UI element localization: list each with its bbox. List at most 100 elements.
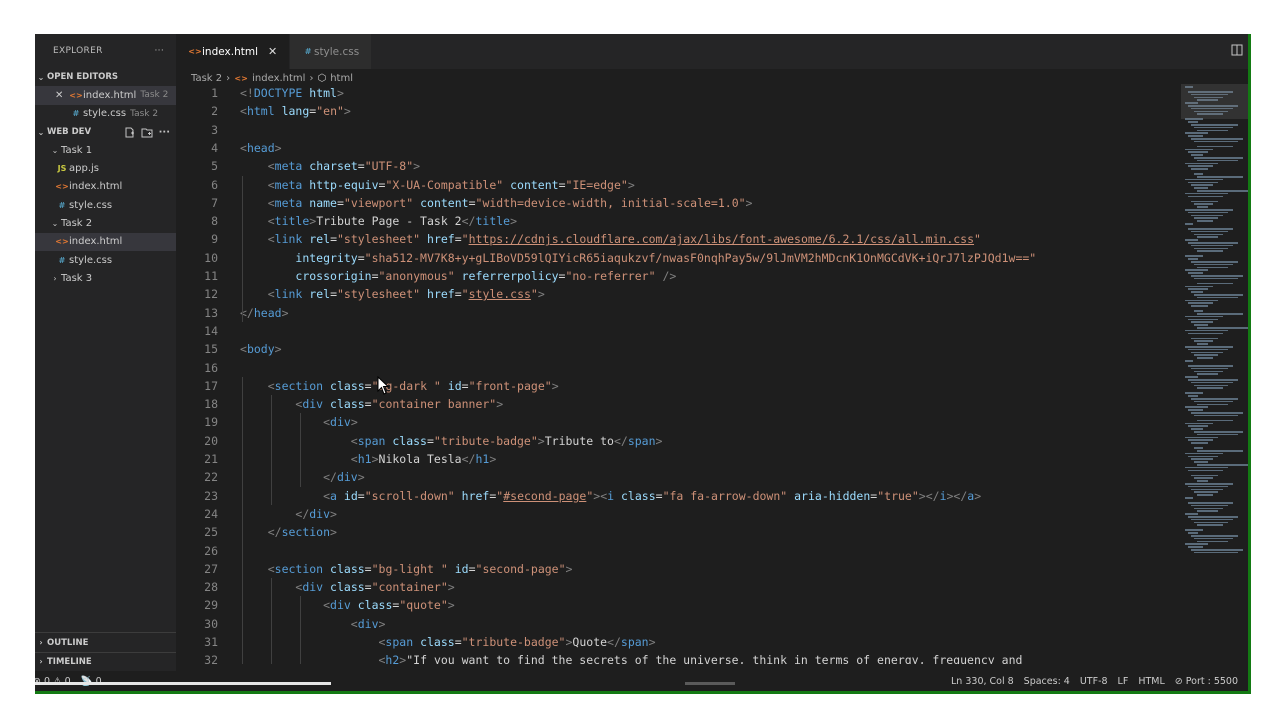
code-line[interactable]: 31 <span class="tribute-badge">Quote</sp… [176,633,1181,651]
tab-style-css[interactable]: # style.css [290,34,373,69]
end-of-line[interactable]: LF [1118,676,1129,687]
code-line[interactable]: 18 <div class="container banner"> [176,395,1181,413]
code-line[interactable]: 6 <meta http-equiv="X-UA-Compatible" con… [176,176,1181,194]
minimap-line [1191,535,1238,537]
minimap-line [1194,384,1228,387]
minimap-slider[interactable] [1181,84,1248,119]
breadcrumb-symbol[interactable]: html [330,73,353,84]
code-text: <section class="bg-dark " id="front-page… [267,378,559,393]
minimap[interactable] [1181,84,1248,669]
code-text: <title>Tribute Page - Task 2</title> [267,214,518,229]
horizontal-scrollbar-thumb[interactable] [35,682,331,685]
line-number: 23 [204,488,218,503]
minimap-line [1197,313,1243,315]
minimap-line [1191,337,1218,340]
code-line[interactable]: 28 <div class="container"> [176,578,1181,596]
tree-folder-task-2[interactable]: ⌄ Task 2 [35,214,176,232]
workspace-section[interactable]: ⌄ WEB DEV ··· [35,123,176,141]
open-editor-item-style-css[interactable]: # style.css Task 2 [35,105,176,123]
timeline-section[interactable]: › TIMELINE [35,651,176,671]
minimap-line [1191,504,1228,507]
code-line[interactable]: 20 <span class="tribute-badge">Tribute t… [176,432,1181,450]
minimap-line [1197,433,1238,436]
new-folder-icon[interactable] [141,127,153,138]
outline-label: OUTLINE [47,637,89,648]
cursor-position[interactable]: Ln 330, Col 8 [951,676,1014,687]
explorer-more-button[interactable]: ··· [155,46,164,56]
code-line[interactable]: 21 <h1>Nikola Tesla</h1> [176,450,1181,468]
code-line[interactable]: 25 </section> [176,523,1181,541]
code-line[interactable]: 11 crossorigin="anonymous" referrerpolic… [176,267,1181,285]
tree-file-style-css[interactable]: # style.css [35,251,176,269]
minimap-line [1191,154,1203,156]
horizontal-scrollbar-secondary[interactable] [685,682,735,685]
code-line[interactable]: 19 <div> [176,413,1181,431]
close-icon[interactable]: ✕ [268,45,277,58]
code-line[interactable]: 9 <link rel="stylesheet" href="https://c… [176,230,1181,248]
tree-file-index-html-selected[interactable]: <> index.html [35,232,176,251]
code-line[interactable]: 4 <head> [176,139,1181,157]
more-icon[interactable]: ··· [159,127,170,138]
minimap-line [1185,452,1223,455]
code-text: <span class="tribute-badge">Quote</span> [378,635,656,649]
encoding[interactable]: UTF-8 [1080,676,1108,687]
code-line[interactable]: 12 <link rel="stylesheet" href="style.cs… [176,285,1181,303]
code-line[interactable]: 13 </head> [176,304,1181,322]
code-line[interactable]: 10 integrity="sha512-MV7K8+y+gLIBoVD59lQ… [176,249,1181,267]
code-line[interactable]: 7 <meta name="viewport" content="width=d… [176,194,1181,212]
tab-index-html[interactable]: <> index.html ✕ [176,34,291,69]
minimap-line [1188,332,1223,335]
code-line[interactable]: 2 <html lang="en"> [176,102,1181,120]
minimap-line [1188,258,1198,260]
open-editors-section[interactable]: ⌄ OPEN EDITORS [35,68,176,86]
minimap-line [1185,239,1198,241]
code-line[interactable]: 30 <div> [176,615,1181,633]
breadcrumb-file[interactable]: index.html [252,73,305,84]
new-file-icon[interactable] [124,127,135,138]
line-number: 22 [204,470,218,485]
status-right: Ln 330, Col 8 Spaces: 4 UTF-8 LF HTML ⊘ … [946,676,1243,687]
tree-label: Task 2 [61,218,93,230]
minimap-line [1197,480,1208,482]
code-line[interactable]: 17 <section class="bg-dark " id="front-p… [176,377,1181,395]
port-label: Port : 5500 [1185,675,1238,687]
open-editor-item-index-html[interactable]: ✕ <> index.html Task 2 [35,86,176,105]
indentation[interactable]: Spaces: 4 [1024,676,1070,687]
breadcrumb-folder[interactable]: Task 2 [191,73,222,84]
code-line[interactable]: 26 [176,542,1181,560]
mouse-pointer-icon [377,376,390,395]
outline-section[interactable]: › OUTLINE [35,632,176,651]
minimap-line [1197,343,1208,345]
code-line[interactable]: 5 <meta charset="UTF-8"> [176,157,1181,175]
minimap-line [1191,428,1203,430]
line-number: 13 [204,305,218,320]
code-line[interactable]: 1 <!DOCTYPE html> [176,84,1181,102]
code-line[interactable]: 29 <div class="quote"> [176,596,1181,614]
chevron-right-icon: › [39,638,43,648]
minimap-line [1194,324,1208,326]
code-line[interactable]: 14 [176,322,1181,340]
code-line[interactable]: 32 <h2>"If you want to find the secrets … [176,651,1181,664]
tab-label: index.html [202,45,258,58]
live-server-port[interactable]: ⊘ Port : 5500 [1175,676,1238,687]
code-line[interactable]: 16 [176,359,1181,377]
code-line[interactable]: 22 </div> [176,468,1181,486]
code-line[interactable]: 8 <title>Tribute Page - Task 2</title> [176,212,1181,230]
code-line[interactable]: 24 </div> [176,505,1181,523]
tree-folder-task-1[interactable]: ⌄ Task 1 [35,141,176,159]
language-mode[interactable]: HTML [1138,676,1164,687]
close-icon[interactable]: ✕ [55,90,69,101]
code-line[interactable]: 27 <section class="bg-light " id="second… [176,560,1181,578]
symbol-icon: ⬡ [317,73,327,84]
minimap-line [1185,223,1193,225]
code-line[interactable]: 3 [176,121,1181,139]
code-editor[interactable]: 1 <!DOCTYPE html> 2 <html lang="en"> 3 4 <head… [176,84,1181,664]
split-editor-icon[interactable] [1231,44,1243,56]
tree-file-style-css[interactable]: # style.css [35,196,176,214]
tree-folder-task-3[interactable]: › Task 3 [35,269,176,287]
tree-file-app-js[interactable]: JS app.js [35,159,176,177]
code-line[interactable]: 23 <a id="scroll-down" href="#second-pag… [176,487,1181,505]
code-line[interactable]: 15 <body> [176,340,1181,358]
line-number: 17 [204,378,218,393]
tree-file-index-html[interactable]: <> index.html [35,178,176,196]
